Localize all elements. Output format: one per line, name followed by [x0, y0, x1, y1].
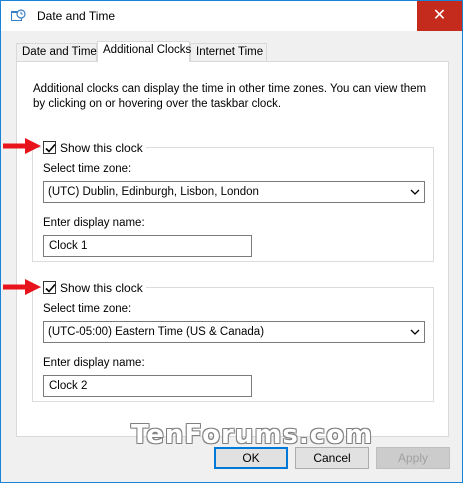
date-time-dialog: Date and Time ✕ Date and Time Additional…: [0, 0, 463, 483]
watermark: TenForums.com: [131, 420, 374, 450]
tab-strip: Date and Time Additional Clocks Internet…: [16, 41, 436, 62]
chevron-down-icon: [410, 189, 420, 195]
clock-1-timezone-value: (UTC) Dublin, Edinburgh, Lisbon, London: [48, 186, 259, 198]
apply-button[interactable]: Apply: [376, 447, 450, 469]
clock-1-name-input[interactable]: Clock 1: [43, 235, 252, 257]
clock-2-timezone-select[interactable]: (UTC-05:00) Eastern Time (US & Canada): [43, 321, 425, 343]
clock-2-show-checkbox-row[interactable]: Show this clock: [41, 279, 146, 296]
clock-2-name-value: Clock 2: [49, 380, 88, 392]
clock-2-show-label: Show this clock: [60, 280, 143, 295]
intro-text: Additional clocks can display the time i…: [33, 83, 427, 110]
close-icon: ✕: [432, 7, 447, 24]
clock-2-group: Show this clock Select time zone: (UTC-0…: [32, 279, 434, 402]
clock-icon: [10, 8, 26, 24]
clock-1-timezone-label: Select time zone:: [43, 163, 132, 175]
chevron-down-icon: [410, 329, 420, 335]
clock-2-name-label: Enter display name:: [43, 357, 145, 369]
window-title: Date and Time: [37, 9, 116, 23]
clock-2-timezone-value: (UTC-05:00) Eastern Time (US & Canada): [48, 326, 265, 338]
tab-additional-clocks[interactable]: Additional Clocks: [97, 41, 191, 62]
clock-1-show-label: Show this clock: [60, 140, 143, 155]
clock-1-show-checkbox-row[interactable]: Show this clock: [41, 139, 146, 156]
clock-1-show-checkbox[interactable]: [43, 141, 56, 154]
red-arrow-icon: [3, 138, 41, 154]
checkmark-icon: [45, 283, 56, 293]
clock-2-show-checkbox[interactable]: [43, 281, 56, 294]
clock-2-name-input[interactable]: Clock 2: [43, 375, 252, 397]
red-arrow-icon: [3, 279, 41, 295]
title-bar: Date and Time ✕: [1, 1, 462, 31]
clock-1-name-value: Clock 1: [49, 240, 88, 252]
tab-date-and-time[interactable]: Date and Time: [16, 43, 97, 61]
clock-1-timezone-select[interactable]: (UTC) Dublin, Edinburgh, Lisbon, London: [43, 181, 425, 203]
close-button[interactable]: ✕: [417, 1, 462, 31]
cancel-button[interactable]: Cancel: [295, 447, 369, 469]
clock-1-group: Show this clock Select time zone: (UTC) …: [32, 139, 434, 262]
clock-2-timezone-label: Select time zone:: [43, 303, 132, 315]
clock-1-name-label: Enter display name:: [43, 217, 145, 229]
checkmark-icon: [45, 143, 56, 153]
tab-internet-time[interactable]: Internet Time: [190, 43, 267, 61]
additional-clocks-panel: Additional clocks can display the time i…: [16, 61, 449, 437]
ok-button[interactable]: OK: [214, 447, 288, 469]
